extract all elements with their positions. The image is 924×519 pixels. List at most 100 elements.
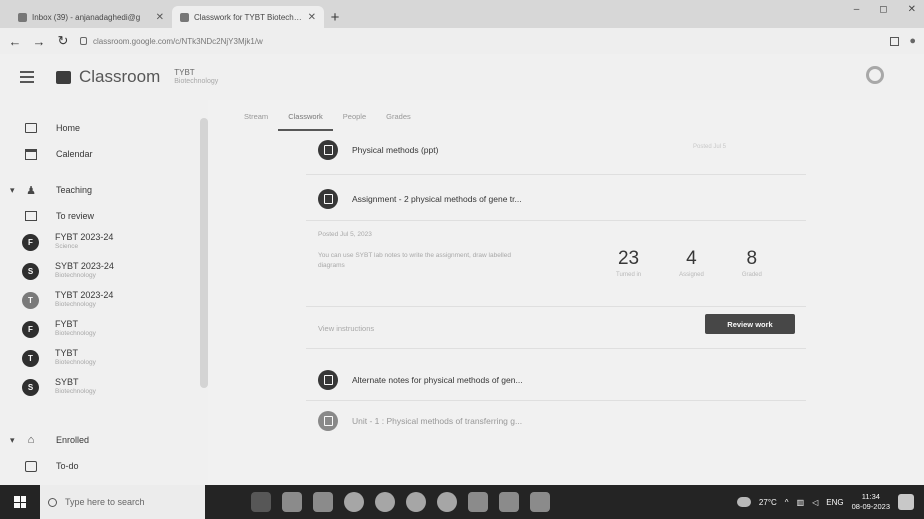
sidebar-class-fybt-2023[interactable]: F FYBT 2023-24 Science xyxy=(0,227,113,257)
class-avatar: S xyxy=(22,378,39,396)
breadcrumb[interactable]: TYBT Biotechnology xyxy=(174,68,218,86)
class-avatar: F xyxy=(22,320,39,338)
classwork-item[interactable]: Alternate notes for physical methods of … xyxy=(318,370,523,390)
task-view-icon[interactable] xyxy=(251,492,271,512)
assignment-stats: 23 Turned in 4 Assigned 8 Graded xyxy=(616,248,762,278)
divider xyxy=(306,174,806,175)
class-avatar: T xyxy=(22,291,39,309)
volume-icon[interactable]: ◁ xyxy=(812,498,818,507)
extension-icon[interactable] xyxy=(890,36,900,46)
expand-caret-icon: ▾ xyxy=(10,434,15,445)
mail-icon[interactable] xyxy=(313,492,333,512)
input-language[interactable]: ENG xyxy=(826,498,843,507)
breadcrumb-title: TYBT xyxy=(174,68,195,77)
sidebar-item-to-review[interactable]: To review xyxy=(0,204,94,228)
sidebar-class-fybt[interactable]: F FYBT Biotechnology xyxy=(0,314,96,344)
sidebar-scrollbar[interactable] xyxy=(200,118,208,388)
sidebar-item-enrolled[interactable]: ▾ ⌂ Enrolled xyxy=(0,428,89,452)
posted-date: Posted Jul 5 xyxy=(693,144,727,150)
main-menu-icon[interactable] xyxy=(20,71,34,83)
classwork-item-title: Assignment - 2 physical methods of gene … xyxy=(352,194,522,204)
firefox-browser-icon[interactable] xyxy=(437,492,457,512)
back-arrow-icon[interactable]: ← xyxy=(8,34,22,49)
minimize-button[interactable]: – xyxy=(854,4,860,15)
stat-label: Assigned xyxy=(679,272,704,278)
stat-value: 8 xyxy=(746,248,758,269)
classroom-favicon-icon xyxy=(180,12,189,22)
sidebar-item-label: Calendar xyxy=(56,149,93,159)
media-player-icon[interactable] xyxy=(468,492,488,512)
new-tab-button[interactable]: + xyxy=(324,6,346,28)
class-name: TYBT xyxy=(55,348,79,358)
sidebar-class-sybt-2023[interactable]: S SYBT 2023-24 Biotechnology xyxy=(0,256,114,286)
weather-icon[interactable] xyxy=(736,497,751,507)
review-work-button[interactable]: Review work xyxy=(705,314,795,334)
file-explorer-icon[interactable] xyxy=(282,492,302,512)
sidebar-item-home[interactable]: Home xyxy=(0,116,80,140)
close-tab-icon[interactable]: ✕ xyxy=(308,12,316,23)
classroom-logo-icon[interactable] xyxy=(56,70,71,84)
tab-grades[interactable]: Grades xyxy=(376,108,421,131)
maximize-button[interactable]: ◻ xyxy=(879,4,887,15)
chrome-browser-icon[interactable] xyxy=(375,492,395,512)
view-instructions-link[interactable]: View instructions xyxy=(318,324,374,333)
sidebar-item-teaching[interactable]: ▾ ♟ Teaching xyxy=(0,178,92,202)
app-name[interactable]: Classroom xyxy=(79,67,160,87)
stat-label: Graded xyxy=(741,272,762,278)
browser-toolbar-icons: ● xyxy=(890,35,916,47)
class-section: Biotechnology xyxy=(55,388,96,395)
profile-icon[interactable]: ● xyxy=(909,35,916,47)
sidebar-item-label: Enrolled xyxy=(56,435,90,445)
tray-chevron-icon[interactable]: ^ xyxy=(785,498,789,507)
browser-tab-inbox[interactable]: Inbox (39) - anjanadaghedi@g ✕ xyxy=(10,6,172,28)
store-icon[interactable] xyxy=(499,492,519,512)
reload-icon[interactable]: ↻ xyxy=(56,33,70,49)
sidebar-item-calendar[interactable]: Calendar xyxy=(0,142,93,166)
search-icon xyxy=(48,497,57,507)
material-icon xyxy=(318,370,338,390)
class-section: Science xyxy=(55,243,79,250)
forward-arrow-icon[interactable]: → xyxy=(32,34,46,49)
class-avatar: S xyxy=(22,262,39,280)
class-section: Biotechnology xyxy=(55,272,96,279)
weather-temp[interactable]: 27°C xyxy=(759,498,777,507)
tab-people[interactable]: People xyxy=(333,108,376,131)
close-tab-icon[interactable]: ✕ xyxy=(156,12,164,23)
classwork-item[interactable]: Physical methods (ppt) xyxy=(318,140,438,160)
material-icon xyxy=(318,411,338,431)
close-window-button[interactable]: ✕ xyxy=(908,4,916,15)
classwork-item[interactable]: Unit - 1 : Physical methods of transferr… xyxy=(318,411,522,431)
browser-tab-classroom[interactable]: Classwork for TYBT Biotechnol ✕ xyxy=(172,6,324,28)
classroom-header: Classroom TYBT Biotechnology xyxy=(0,54,924,100)
edge-browser-icon[interactable] xyxy=(344,492,364,512)
clock[interactable]: 11:34 08-09-2023 xyxy=(852,492,890,512)
sidebar-class-sybt[interactable]: S SYBT Biotechnology xyxy=(0,372,96,402)
class-name: SYBT xyxy=(55,377,79,387)
sidebar-class-tybt[interactable]: T TYBT Biotechnology xyxy=(0,343,96,373)
url-field[interactable]: classroom.google.com/c/NTk3NDc2NjY3Mjk1/… xyxy=(80,32,680,50)
class-avatar: F xyxy=(22,233,39,251)
taskbar-apps xyxy=(251,492,550,512)
notification-icon[interactable] xyxy=(898,494,914,510)
start-button[interactable] xyxy=(0,485,40,519)
stat-graded[interactable]: 8 Graded xyxy=(742,248,762,278)
expand-caret-icon: ▾ xyxy=(10,184,15,195)
taskbar-search[interactable]: Type here to search xyxy=(40,485,205,519)
stat-assigned[interactable]: 4 Assigned xyxy=(679,248,704,278)
sidebar-item-todo[interactable]: To-do xyxy=(0,454,79,478)
classwork-item-assignment[interactable]: Assignment - 2 physical methods of gene … xyxy=(318,189,522,209)
chrome-active-icon[interactable] xyxy=(530,492,550,512)
system-tray: 27°C ^ ▥ ◁ ENG 11:34 08-09-2023 xyxy=(736,492,924,512)
todo-icon xyxy=(24,459,38,473)
settings-gear-icon[interactable] xyxy=(866,66,884,84)
tab-stream[interactable]: Stream xyxy=(234,108,278,131)
opera-browser-icon[interactable] xyxy=(406,492,426,512)
stat-turned-in[interactable]: 23 Turned in xyxy=(616,248,641,278)
class-name: TYBT 2023-24 xyxy=(55,290,114,300)
tab-classwork[interactable]: Classwork xyxy=(278,108,333,131)
divider xyxy=(306,306,806,307)
class-section: Biotechnology xyxy=(55,359,96,366)
network-icon[interactable]: ▥ xyxy=(797,498,805,507)
sidebar-class-tybt-2023[interactable]: T TYBT 2023-24 Biotechnology xyxy=(0,285,113,315)
search-placeholder: Type here to search xyxy=(65,497,145,507)
